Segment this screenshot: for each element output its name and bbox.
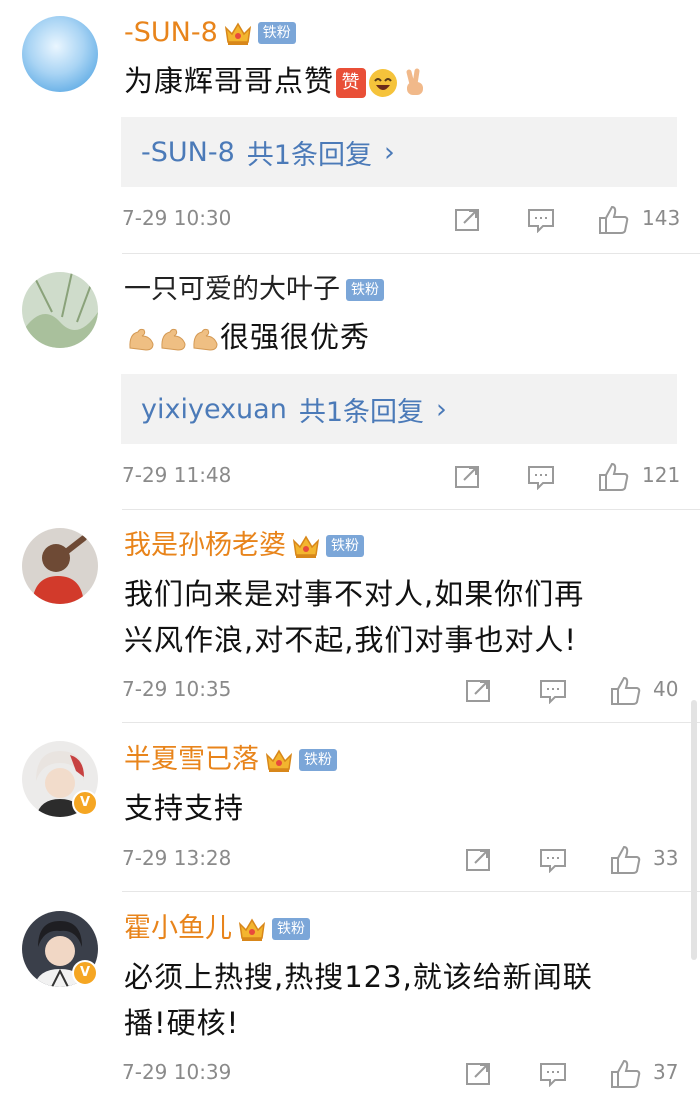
- comment-text: 我们向来是对事不对人,如果你们再 兴风作浪,对不起,我们对事也对人!: [124, 577, 585, 657]
- comment-icon[interactable]: [533, 671, 573, 711]
- comment-text: 必须上热搜,热搜123,就该给新闻联 播!硬核!: [124, 960, 593, 1040]
- avatar[interactable]: [22, 16, 98, 92]
- divider: [122, 509, 700, 510]
- verified-v-icon: V: [72, 790, 98, 816]
- thumbs-up-icon[interactable]: [606, 671, 646, 711]
- reply-count[interactable]: 共1条回复: [247, 133, 372, 172]
- thumbs-up-icon[interactable]: [606, 840, 646, 880]
- fan-badge: 铁粉: [346, 279, 384, 301]
- divider: [122, 891, 700, 892]
- reply-user-link[interactable]: -SUN-8: [141, 137, 235, 168]
- thumbs-up-icon[interactable]: [606, 1054, 646, 1094]
- crown-icon: [292, 535, 320, 558]
- crown-icon: [238, 918, 266, 941]
- repost-icon[interactable]: [459, 1054, 499, 1094]
- repost-icon[interactable]: [459, 840, 499, 880]
- username[interactable]: 一只可爱的大叶子: [124, 273, 340, 307]
- comment-icon[interactable]: [521, 200, 561, 240]
- like-count: 121: [642, 463, 681, 487]
- repost-icon[interactable]: [459, 671, 499, 711]
- reply-count[interactable]: 共1条回复: [299, 390, 424, 429]
- username[interactable]: -SUN-8: [124, 16, 218, 50]
- username[interactable]: 半夏雪已落: [124, 743, 259, 777]
- fan-badge: 铁粉: [257, 22, 296, 44]
- comment-icon[interactable]: [533, 1054, 573, 1094]
- scrollbar-thumb[interactable]: [691, 700, 697, 960]
- timestamp: 7-29 10:30: [122, 206, 232, 230]
- timestamp: 7-29 10:35: [122, 677, 232, 701]
- timestamp: 7-29 13:28: [122, 846, 232, 870]
- crown-icon: [224, 22, 251, 45]
- zan-emoji-icon: 赞: [336, 68, 367, 98]
- repost-icon[interactable]: [448, 200, 488, 240]
- comment-text: 为康辉哥哥点赞赞: [124, 58, 430, 104]
- laughing-face-icon: [369, 69, 398, 97]
- timestamp: 7-29 10:39: [122, 1060, 232, 1084]
- comment-text: 很强很优秀: [124, 314, 370, 360]
- reply-user-link[interactable]: yixiyexuan: [141, 394, 287, 425]
- avatar[interactable]: [22, 528, 98, 604]
- flexed-bicep-icon: [161, 328, 186, 351]
- username[interactable]: 我是孙杨老婆: [124, 529, 286, 563]
- flexed-bicep-icon: [193, 328, 218, 351]
- repost-icon[interactable]: [448, 457, 488, 497]
- reply-box[interactable]: yixiyexuan 共1条回复 ›: [121, 374, 677, 444]
- comment-icon[interactable]: [521, 457, 561, 497]
- timestamp: 7-29 11:48: [122, 463, 232, 487]
- divider: [122, 722, 700, 723]
- fan-badge: 铁粉: [272, 918, 310, 940]
- fan-badge: 铁粉: [326, 535, 364, 557]
- thumbs-up-icon[interactable]: [594, 457, 634, 497]
- divider: [122, 253, 700, 254]
- chevron-right-icon: ›: [436, 393, 447, 425]
- username[interactable]: 霍小鱼儿: [124, 912, 232, 946]
- comment-text: 支持支持: [124, 791, 245, 825]
- like-count: 40: [653, 677, 679, 701]
- verified-v-icon: V: [72, 960, 98, 986]
- thumbs-up-icon[interactable]: [594, 200, 634, 240]
- victory-hand-icon: [406, 68, 424, 95]
- flexed-bicep-icon: [129, 328, 154, 351]
- fan-badge: 铁粉: [299, 749, 337, 771]
- like-count: 33: [653, 846, 679, 870]
- like-count: 143: [642, 206, 681, 230]
- crown-icon: [265, 749, 293, 772]
- comment-icon[interactable]: [533, 840, 573, 880]
- reply-box[interactable]: -SUN-8 共1条回复 ›: [121, 117, 677, 187]
- chevron-right-icon: ›: [383, 136, 395, 168]
- like-count: 37: [653, 1060, 679, 1084]
- avatar[interactable]: [22, 272, 98, 348]
